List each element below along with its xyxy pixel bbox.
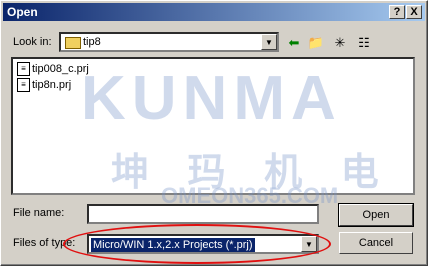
cancel-button[interactable]: Cancel [339,232,413,254]
chevron-down-icon[interactable]: ▼ [261,34,277,50]
file-name-label: File name: [13,207,65,219]
list-item[interactable]: ≡ tip008_c.prj [17,61,89,77]
look-in-combo[interactable]: tip8 ▼ [59,32,279,52]
close-button[interactable]: X [406,5,422,19]
new-folder-icon[interactable]: ✳ [331,34,349,52]
dialog-title: Open [7,5,38,19]
file-list[interactable]: ≡ tip008_c.prj ≡ tip8n.prj [11,57,415,195]
up-folder-icon[interactable]: 📁 [307,34,325,52]
file-icon: ≡ [17,78,30,93]
file-name-input[interactable] [87,204,319,224]
list-item[interactable]: ≡ tip8n.prj [17,77,71,93]
look-in-value: tip8 [83,36,101,48]
file-icon: ≡ [17,62,30,77]
view-menu-icon[interactable]: ☷ [355,34,373,52]
help-button[interactable]: ? [389,5,405,19]
open-button[interactable]: Open [338,203,414,227]
open-dialog: Open ? X Look in: tip8 ▼ ⬅ 📁 ✳ ☷ ≡ tip008… [0,0,428,266]
highlight-annotation [63,224,331,264]
title-bar: Open ? X [3,3,425,21]
look-in-label: Look in: [13,36,52,48]
back-arrow-icon[interactable]: ⬅ [285,34,303,52]
folder-icon [65,37,81,49]
